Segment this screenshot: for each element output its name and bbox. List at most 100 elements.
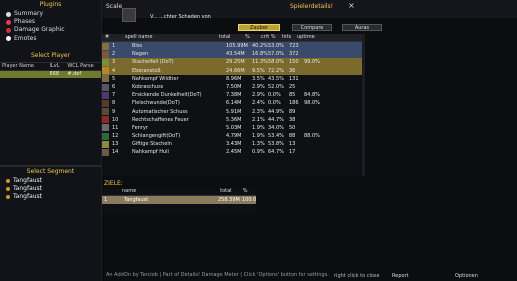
sidebar: Plugins Summary Phases Damage Graphic Em…	[0, 0, 102, 281]
spell-rank: 4	[112, 67, 116, 74]
spell-row[interactable]: 14 Nahkampf Huli 2.45M 0.9% 64.7% 17	[102, 148, 362, 157]
spell-row[interactable]: 11 Fenryr 5.03M 1.9% 34.0% 50	[102, 124, 362, 132]
segment-item[interactable]: Tangfaust	[0, 177, 101, 185]
spell-crit: 44.9%	[268, 108, 284, 115]
tab-auras[interactable]: Auras	[342, 24, 382, 31]
spell-row[interactable]: 9 Automatischer Schuss 5.91M 2.3% 44.9% 89	[102, 108, 362, 116]
spell-uptime	[304, 42, 324, 50]
spell-name: Eberanstoß	[132, 67, 161, 74]
plugin-damage-graphic[interactable]: Damage Graphic	[0, 26, 101, 34]
spell-rank: 1	[112, 43, 116, 49]
spell-uptime: 84.8%	[304, 92, 320, 99]
spell-pct: 0.9%	[252, 149, 265, 156]
spell-hits: 13	[289, 141, 296, 148]
spell-crit: 64.7%	[268, 149, 284, 156]
spell-row[interactable]: 3 Stachelfeil (DoT) 29.25M 11.3% 58.0% 150 99.…	[102, 58, 362, 67]
spell-table: # spell name total % crit % hits uptime …	[102, 34, 362, 176]
spell-uptime	[304, 75, 324, 83]
scrollbar[interactable]	[362, 34, 365, 176]
spell-row[interactable]: 6 Kobraschuss 7.50M 2.9% 52.0% 25	[102, 83, 362, 91]
tab-zauber[interactable]: Zauber	[238, 24, 280, 31]
spell-name: Nahkampf Huli	[132, 149, 169, 156]
spell-icon	[102, 149, 109, 157]
spell-rank: 8	[112, 100, 116, 107]
spell-total: 5.36M	[226, 116, 242, 123]
targets-label: ZIELE:	[104, 180, 123, 187]
spell-icon	[102, 116, 109, 124]
header-subtitle: V... ...chter Schaden von	[150, 14, 211, 20]
spell-total: 7.50M	[226, 83, 242, 90]
spell-hits: 150	[289, 59, 299, 66]
spell-crit: 43.5%	[268, 75, 284, 82]
spell-hits: 186	[289, 100, 299, 107]
tab-compare[interactable]: Compare	[292, 24, 332, 31]
close-icon[interactable]: ×	[348, 1, 355, 10]
spell-hits: 723	[289, 43, 299, 49]
spell-total: 43.54M	[226, 51, 245, 58]
spell-name: Nahkampf Wildtier	[132, 75, 179, 82]
spell-pct: 2.1%	[252, 116, 265, 123]
spell-uptime: 88.0%	[304, 133, 320, 140]
spell-table-header: # spell name total % crit % hits uptime	[102, 34, 362, 42]
spell-row[interactable]: 4 Eberanstoß 24.66M 9.5% 72.2% 36	[102, 66, 362, 75]
plugin-emotes[interactable]: Emotes	[0, 35, 101, 43]
segment-item[interactable]: Tangfaust	[0, 193, 101, 201]
segment-icon	[6, 179, 10, 183]
spell-name: Fenryr	[132, 124, 148, 131]
spell-uptime	[304, 140, 324, 148]
spell-pct: 3.5%	[252, 75, 265, 82]
target-row[interactable]: 1 Tangfaust 258.39M 100.0%	[102, 196, 256, 205]
spell-crit: 53.8%	[268, 141, 284, 148]
spell-icon	[102, 91, 109, 99]
spell-name: Automatischer Schuss	[132, 108, 188, 115]
spell-row[interactable]: 13 Giftige Stacheln 3.43M 1.3% 53.8% 13	[102, 140, 362, 148]
spell-total: 2.45M	[226, 149, 242, 156]
spell-crit: 72.2%	[268, 67, 284, 74]
spell-crit: 0.0%	[268, 100, 281, 107]
spell-rank: 10	[112, 116, 119, 123]
spell-row[interactable]: 7 Ersickende Dunkelheit(DoT) 7.38M 2.9% 0.0%…	[102, 91, 362, 99]
spell-hits: 372	[289, 51, 299, 58]
spell-icon	[102, 99, 109, 107]
spell-name: Fleischwunde(DoT)	[132, 100, 180, 107]
player-row[interactable]: 668 #.def	[0, 70, 101, 78]
spell-total: 24.66M	[226, 67, 245, 74]
spell-rank: 11	[112, 124, 119, 131]
spell-row[interactable]: 8 Fleischwunde(DoT) 6.14M 2.4% 0.0% 186 98.0%	[102, 99, 362, 107]
plugin-summary[interactable]: Summary	[0, 10, 101, 18]
segment-item[interactable]: Tangfaust	[0, 185, 101, 193]
spell-rank: 12	[112, 133, 119, 140]
spell-crit: 34.0%	[268, 124, 284, 131]
spell-row[interactable]: 2 Nagen 43.54M 16.8% 57.0% 372	[102, 50, 362, 59]
spell-uptime	[304, 67, 324, 75]
spell-rank: 5	[112, 75, 116, 82]
plugin-phases[interactable]: Phases	[0, 18, 101, 26]
spell-name: Rechtschaffenes Feuer	[132, 116, 189, 123]
spell-hits: 36	[289, 67, 296, 74]
spell-hits: 89	[289, 108, 296, 115]
spell-uptime	[304, 124, 324, 132]
spell-total: 105.99M	[226, 43, 248, 49]
spell-total: 5.03M	[226, 124, 242, 131]
report-button[interactable]: Report	[392, 273, 409, 279]
spell-rank: 9	[112, 108, 116, 115]
segment-icon	[6, 195, 10, 199]
phases-icon	[6, 19, 11, 25]
options-button[interactable]: Optionen	[455, 273, 478, 279]
spell-row[interactable]: 12 Schlangengift(DoT) 4.79M 1.9% 53.4% 88 88.0…	[102, 132, 362, 140]
graphic-icon	[6, 27, 11, 33]
plugins-title: Plugins	[39, 1, 62, 8]
spell-uptime	[304, 108, 324, 116]
spell-hits: 131	[289, 75, 299, 82]
spell-name: Giftige Stacheln	[132, 141, 172, 148]
spell-crit: 0.0%	[268, 92, 281, 99]
spell-hits: 88	[289, 133, 296, 140]
spell-row[interactable]: 5 Nahkampf Wildtier 8.96M 3.5% 43.5% 131	[102, 75, 362, 83]
spell-icon	[102, 50, 109, 58]
spell-name: Schlangengift(DoT)	[132, 133, 181, 140]
spell-icon	[102, 42, 109, 50]
footer-credit: An AddOn by Terciob | Part of Details! D…	[106, 272, 329, 278]
spell-row[interactable]: 10 Rechtschaffenes Feuer 5.36M 2.1% 44.7% 38	[102, 116, 362, 124]
spell-total: 3.43M	[226, 141, 242, 148]
spell-row[interactable]: 1 Biss 105.99M 40.2% 53.0% 723	[102, 42, 362, 51]
